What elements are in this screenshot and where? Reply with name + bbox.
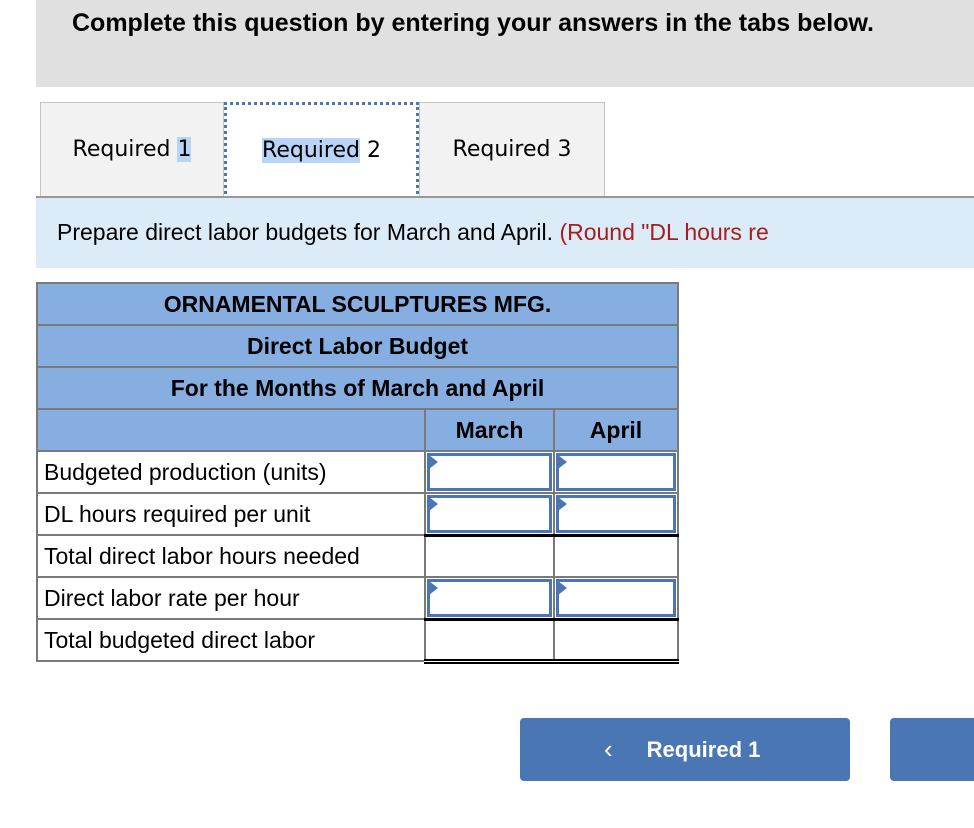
flag-icon (558, 581, 567, 595)
table-row: DL hours required per unit (36, 492, 679, 537)
april-total-hours (553, 534, 679, 578)
prev-required-1-button[interactable]: ‹ Required 1 (520, 718, 850, 781)
table-row: Direct labor rate per hour (36, 576, 679, 621)
march-total-labor (424, 618, 555, 664)
april-dl-hours-per-unit-input[interactable] (556, 495, 676, 533)
col-april: April (553, 408, 679, 452)
prev-button-label: Required 1 (646, 736, 761, 762)
budget-period: For the Months of March and April (36, 366, 679, 410)
tab-label-rest: 2 (359, 138, 381, 163)
april-rate-input[interactable] (556, 579, 676, 617)
march-total-hours (424, 534, 555, 578)
tab-label: Required (72, 137, 178, 162)
table-row: Total direct labor hours needed (36, 534, 679, 578)
tab-required-3[interactable]: Required 3 (419, 102, 605, 196)
table-row: Total budgeted direct labor (36, 618, 679, 664)
row-label: Budgeted production (units) (36, 450, 426, 494)
instruction-text: Prepare direct labor budgets for March a… (57, 219, 554, 245)
blank-header (36, 408, 426, 452)
budget-title: Direct Labor Budget (36, 324, 679, 368)
table-row: Budgeted production (units) (36, 450, 679, 494)
tab-label: Required (262, 138, 360, 163)
direct-labor-budget-table: ORNAMENTAL SCULPTURES MFG. Direct Labor … (36, 282, 679, 664)
flag-icon (558, 497, 567, 511)
rounding-note: (Round "DL hours re (559, 219, 769, 245)
flag-icon (429, 497, 438, 511)
col-march: March (424, 408, 555, 452)
row-label: DL hours required per unit (36, 492, 426, 536)
flag-icon (429, 581, 438, 595)
march-rate-input[interactable] (427, 579, 552, 617)
row-label: Total budgeted direct labor (36, 618, 426, 662)
company-name: ORNAMENTAL SCULPTURES MFG. (36, 282, 679, 326)
march-production-input[interactable] (427, 453, 552, 491)
next-button[interactable] (890, 718, 974, 781)
chevron-left-icon: ‹ (604, 734, 613, 764)
question-title: Complete this question by entering your … (72, 9, 874, 37)
instruction-bar: Prepare direct labor budgets for March a… (36, 198, 974, 268)
march-dl-hours-per-unit-input[interactable] (427, 495, 552, 533)
tab-label-highlight: 1 (177, 137, 192, 162)
row-label: Direct labor rate per hour (36, 576, 426, 620)
april-total-labor (553, 618, 679, 664)
row-label: Total direct labor hours needed (36, 534, 426, 578)
tab-required-1[interactable]: Required 1 (40, 102, 224, 196)
flag-icon (429, 455, 438, 469)
tab-label: Required 3 (452, 137, 572, 162)
flag-icon (558, 455, 567, 469)
tab-required-2[interactable]: Required 2 (224, 102, 419, 199)
april-production-input[interactable] (556, 453, 676, 491)
